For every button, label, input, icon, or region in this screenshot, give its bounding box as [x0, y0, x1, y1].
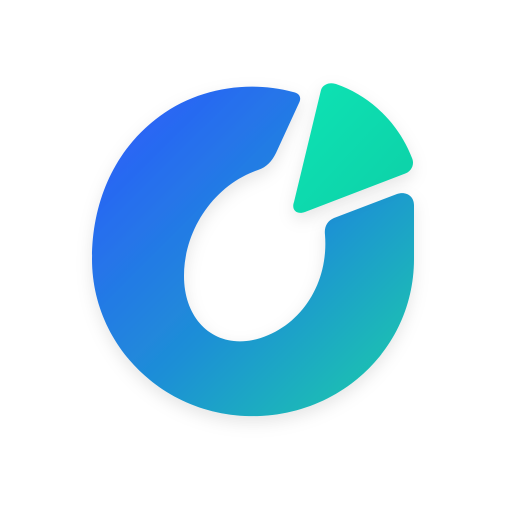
pie-wedge: [293, 83, 414, 213]
app-logo-icon: [92, 83, 414, 417]
app-icon-canvas: [0, 0, 512, 512]
